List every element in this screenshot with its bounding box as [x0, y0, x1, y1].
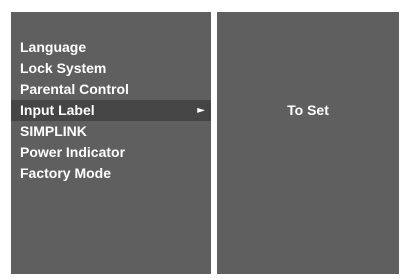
menu-item-language[interactable]: Language — [11, 37, 211, 58]
menu-item-label: Power Indicator — [20, 144, 126, 160]
menu-item-factory-mode[interactable]: Factory Mode — [11, 163, 211, 184]
submenu-panel: To Set — [217, 12, 399, 274]
menu-item-input-label[interactable]: Input Label ► — [11, 100, 211, 121]
menu-item-label: Factory Mode — [20, 165, 112, 181]
menu-item-lock-system[interactable]: Lock System — [11, 58, 211, 79]
menu-item-label: Parental Control — [20, 81, 129, 97]
menu-item-label: Lock System — [20, 60, 107, 76]
to-set-option[interactable]: To Set — [217, 100, 399, 121]
menu-item-simplink[interactable]: SIMPLINK — [11, 121, 211, 142]
right-arrow-icon: ► — [197, 105, 205, 116]
menu-item-power-indicator[interactable]: Power Indicator — [11, 142, 211, 163]
menu-item-label: Input Label — [20, 102, 95, 118]
menu-item-label: SIMPLINK — [20, 123, 87, 139]
menu-list: Language Lock System Parental Control In… — [11, 37, 211, 184]
menu-item-parental-control[interactable]: Parental Control — [11, 79, 211, 100]
osd-screen: Language Lock System Parental Control In… — [0, 0, 410, 279]
menu-item-label: Language — [20, 39, 87, 55]
menu-panel: Language Lock System Parental Control In… — [11, 12, 211, 274]
